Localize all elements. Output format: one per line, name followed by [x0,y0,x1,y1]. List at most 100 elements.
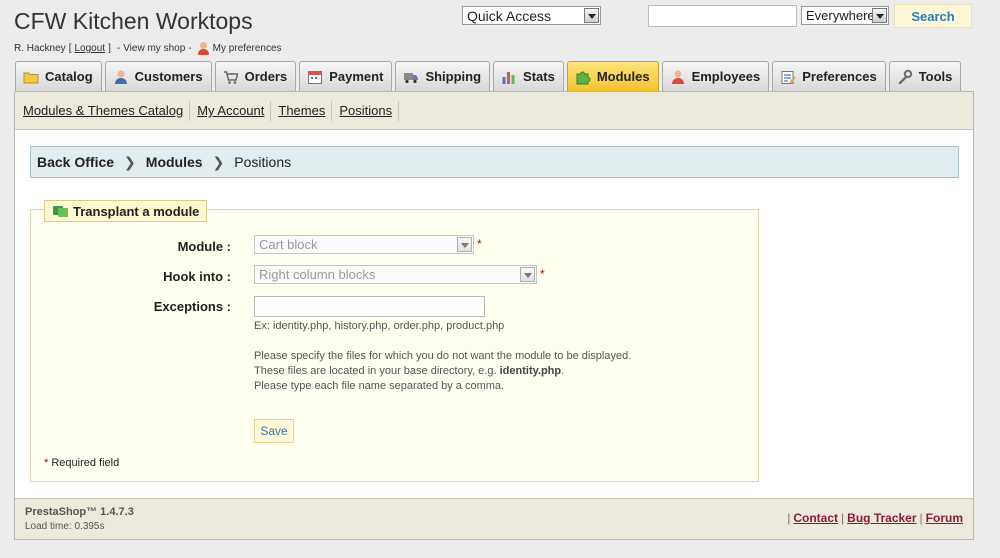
subnav-divider [398,100,400,121]
hook-select-value: Right column blocks [259,267,376,282]
forum-link[interactable]: Forum [926,511,963,525]
tab-label: Catalog [45,69,93,84]
bar-chart-icon [501,69,517,85]
tab-label: Employees [691,69,761,84]
hook-select[interactable]: Right column blocks [254,265,537,284]
main-tabs: Catalog Customers Orders Payment Shippin… [15,61,962,91]
tab-orders[interactable]: Orders [214,61,297,91]
subnav-themes[interactable]: Themes [277,103,331,118]
help-line-1: Please specify the files for which you d… [254,350,632,362]
required-field-note: * Required field [44,457,119,469]
user-bar: R. Hackney [ Logout ] - View my shop - M… [14,42,282,55]
required-mark: * [540,267,545,281]
tab-preferences[interactable]: Preferences [772,61,886,91]
link-separator: | [919,511,923,525]
tab-customers[interactable]: Customers [104,61,212,91]
tab-shipping[interactable]: Shipping [395,61,491,91]
main-panel: Modules & Themes Catalog My Account Them… [14,91,974,540]
chevron-down-icon[interactable] [520,267,535,282]
chevron-down-icon[interactable] [872,8,887,23]
folder-icon [23,69,39,85]
module-icon [53,203,69,219]
footer: PrestaShop™ 1.4.7.3 Load time: 0.395s | C… [15,498,973,539]
exceptions-input[interactable] [254,296,485,317]
module-label: Module : [177,239,231,254]
separator-dash: - [116,43,121,54]
tab-stats[interactable]: Stats [493,61,564,91]
subnav-divider [189,100,191,121]
tab-label: Payment [329,69,384,84]
tab-label: Shipping [425,69,482,84]
breadcrumb: Back Office ❯ Modules ❯ Positions [30,146,959,178]
logout-bracket-close: ] [108,43,111,54]
truck-icon [403,69,419,85]
footer-links: | Contact | Bug Tracker | Forum [784,511,963,525]
user-name: R. Hackney [14,43,66,54]
wrench-icon [897,69,913,85]
help-line-2-code: identity.php [499,365,562,377]
link-separator: | [787,511,791,525]
save-button[interactable]: Save [254,419,294,443]
chevron-down-icon[interactable] [584,8,599,23]
search-scope-select[interactable]: Everywhere [801,6,889,25]
search-input[interactable] [648,5,797,27]
shop-title: CFW Kitchen Worktops [14,8,253,34]
tab-payment[interactable]: Payment [299,61,393,91]
tab-employees[interactable]: Employees [661,61,770,91]
module-select[interactable]: Cart block [254,235,474,254]
logout-bracket-open: [ [68,43,72,54]
tab-catalog[interactable]: Catalog [15,61,102,91]
bug-tracker-link[interactable]: Bug Tracker [847,511,916,525]
breadcrumb-separator-icon: ❯ [212,153,225,170]
subnav-divider [270,100,272,121]
required-mark: * [44,457,49,469]
form-legend-text: Transplant a module [73,203,200,219]
subnav-divider [331,100,333,121]
search-scope-value: Everywhere [806,8,875,23]
subnav-modules-themes-catalog[interactable]: Modules & Themes Catalog [22,103,189,118]
required-field-text: Required field [51,457,120,469]
preferences-link[interactable]: My preferences [213,43,282,54]
exceptions-label: Exceptions : [153,299,231,314]
transplant-module-form: Transplant a module Module : Cart block … [30,200,759,482]
user-icon [197,42,210,55]
link-separator: | [841,511,845,525]
hook-label: Hook into : [163,269,231,284]
tab-label: Tools [918,69,953,84]
help-line-2: These files are located in your base dir… [254,364,564,379]
tab-label: Preferences [802,69,877,84]
contact-link[interactable]: Contact [793,511,838,525]
help-line-3: Please type each file name separated by … [254,380,505,392]
exceptions-example: Ex: identity.php, history.php, order.php… [254,320,505,332]
breadcrumb-positions: Positions [234,154,292,170]
help-line-2-suffix: . [561,365,565,377]
calendar-icon [307,69,323,85]
breadcrumb-separator-icon: ❯ [124,153,136,170]
preferences-icon [780,69,797,85]
customer-icon [113,69,129,85]
tab-label: Customers [134,69,203,84]
subnav-positions[interactable]: Positions [338,103,398,118]
module-select-value: Cart block [259,237,318,252]
tab-tools[interactable]: Tools [888,61,962,91]
view-shop-link[interactable]: View my shop [123,43,185,54]
sub-navigation: Modules & Themes Catalog My Account Them… [15,92,973,130]
tab-label: Orders [244,69,288,84]
cart-icon [223,69,239,85]
employee-icon [670,69,686,85]
search-button[interactable]: Search [894,4,972,28]
breadcrumb-modules[interactable]: Modules [146,154,203,170]
form-legend: Transplant a module [44,200,208,222]
quick-access-value: Quick Access [467,8,552,24]
tab-label: Modules [596,69,650,84]
puzzle-icon [575,69,591,85]
separator-dash: - [188,43,192,54]
tab-modules[interactable]: Modules [566,61,659,91]
chevron-down-icon[interactable] [457,237,472,252]
help-line-2-prefix: These files are located in your base dir… [254,365,497,377]
quick-access-select[interactable]: Quick Access [462,6,601,25]
breadcrumb-back-office[interactable]: Back Office [37,154,114,170]
version-label: PrestaShop™ 1.4.7.3 [25,506,134,518]
subnav-my-account[interactable]: My Account [196,103,270,118]
logout-link[interactable]: Logout [74,43,105,54]
